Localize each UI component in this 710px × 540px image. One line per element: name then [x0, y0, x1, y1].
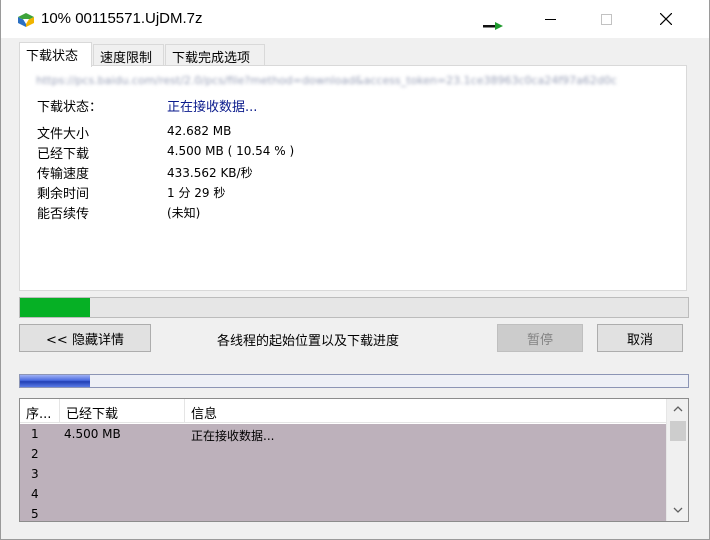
resume-capability-label: 能否续传 [37, 207, 90, 222]
file-size-value: 42.682 MB [167, 124, 232, 138]
scroll-up-icon [673, 406, 683, 412]
download-status-panel: https://pcs.baidu.com/rest/2.0/pcs/file?… [19, 65, 687, 291]
table-row[interactable]: 2 [20, 444, 666, 464]
row-info: 正在接收数据... [191, 429, 275, 443]
tab-download-status[interactable]: 下载状态 [19, 42, 92, 67]
table-row[interactable]: 4 [20, 484, 666, 504]
threads-list-rows: 1 4.500 MB 正在接收数据... 2 3 4 5 [20, 424, 666, 521]
threads-list-scrollbar[interactable] [666, 399, 688, 521]
download-progress-fill [20, 298, 91, 317]
resume-capability-value: (未知) [167, 206, 201, 220]
idm-app-icon [18, 13, 34, 27]
threads-progress-fill [20, 375, 91, 387]
scroll-up-button[interactable] [667, 399, 688, 419]
status-value: 正在接收数据... [167, 100, 258, 115]
maximize-button [583, 0, 629, 38]
window-title: 10% 00115571.UjDM.7z [41, 10, 203, 27]
row-downloaded: 4.500 MB [64, 427, 121, 441]
cancel-button[interactable]: 取消 [597, 324, 683, 352]
table-row[interactable]: 3 [20, 464, 666, 484]
threads-progress-bar [19, 374, 689, 388]
row-index: 5 [31, 507, 39, 521]
time-left-label: 剩余时间 [37, 187, 90, 202]
scrollbar-thumb[interactable] [670, 421, 686, 441]
column-header-index[interactable]: 序... [20, 399, 60, 423]
tab-speed-limit[interactable]: 速度限制 [93, 44, 164, 66]
table-row[interactable]: 5 [20, 504, 666, 521]
table-row[interactable]: 1 4.500 MB 正在接收数据... [20, 424, 666, 444]
download-dialog: 10% 00115571.UjDM.7z 下载状态 速度限制 下载完成选项 ht… [0, 0, 710, 540]
threads-caption: 各线程的起始位置以及下载进度 [217, 334, 400, 349]
downloaded-value: 4.500 MB ( 10.54 % ) [167, 144, 295, 158]
minimize-icon [544, 18, 556, 20]
column-header-info[interactable]: 信息 [185, 399, 666, 423]
title-bar: 10% 00115571.UjDM.7z [1, 0, 709, 38]
close-button[interactable] [643, 0, 689, 38]
scroll-down-button[interactable] [667, 500, 688, 520]
hide-details-button[interactable]: << 隐藏详情 [19, 324, 151, 352]
threads-list-header: 序... 已经下载 信息 [20, 399, 666, 423]
row-index: 1 [31, 427, 39, 441]
arrow-flag-icon [483, 22, 503, 30]
tab-completion-options[interactable]: 下载完成选项 [165, 44, 265, 66]
minimize-button[interactable] [527, 0, 573, 38]
file-size-label: 文件大小 [37, 127, 90, 142]
maximize-icon [600, 13, 612, 25]
row-index: 3 [31, 467, 39, 481]
download-progress-bar [19, 297, 689, 318]
column-header-downloaded[interactable]: 已经下载 [60, 399, 185, 423]
status-label: 下载状态： [37, 100, 103, 115]
transfer-rate-label: 传输速度 [37, 167, 90, 182]
time-left-value: 1 分 29 秒 [167, 186, 226, 200]
threads-list[interactable]: 序... 已经下载 信息 1 4.500 MB 正在接收数据... 2 3 4 [19, 398, 689, 522]
pause-button[interactable]: 暂停 [497, 324, 583, 352]
row-index: 4 [31, 487, 39, 501]
close-icon [660, 13, 672, 25]
downloaded-label: 已经下载 [37, 147, 90, 162]
download-url: https://pcs.baidu.com/rest/2.0/pcs/file?… [36, 74, 617, 87]
transfer-rate-value: 433.562 KB/秒 [167, 166, 253, 180]
scroll-down-icon [673, 507, 683, 513]
row-index: 2 [31, 447, 39, 461]
